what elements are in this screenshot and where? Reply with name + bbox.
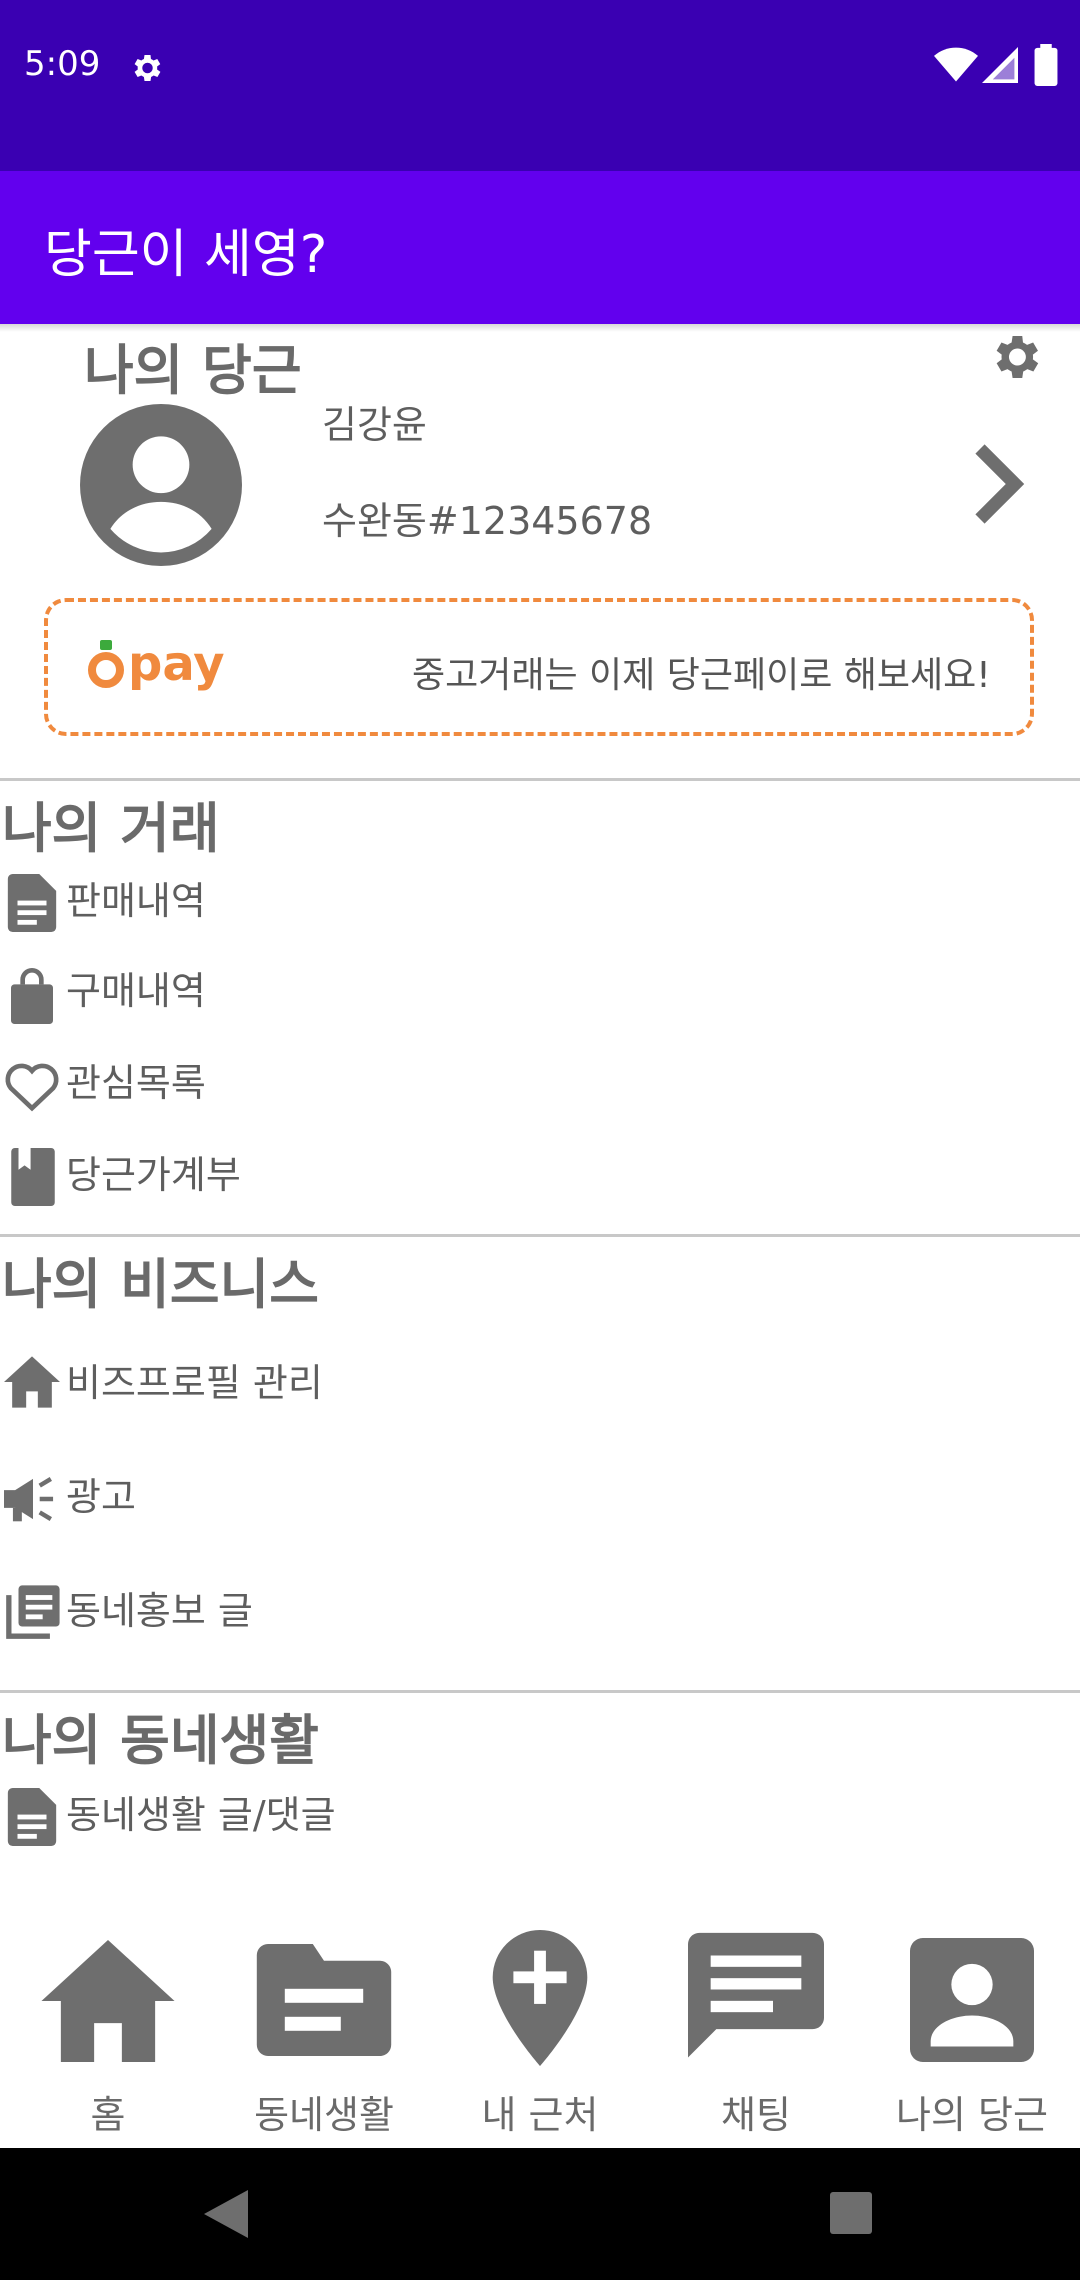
status-time: 5:09 [24,44,101,84]
menu-item-label: 비즈프로필 관리 [66,1361,323,1405]
menu-item-label: 동네홍보 글 [66,1589,253,1633]
carrot-logo-icon [88,640,124,688]
battery-icon [1034,44,1058,86]
nav-label: 동네생활 [254,2093,394,2137]
signal-icon [982,47,1018,83]
avatar[interactable] [80,404,242,566]
profile-section-title: 나의 당근 [84,339,302,402]
menu-item-ledger[interactable]: 당근가계부 [0,1142,1080,1212]
location-add-icon [492,1930,588,2066]
account-box-icon [910,1938,1034,2062]
app-title: 당근이 세영? [44,225,328,285]
menu-item-biz-profile[interactable]: 비즈프로필 관리 [0,1350,1080,1420]
pay-message: 중고거래는 이제 당근페이로 해보세요! [412,655,991,696]
home-icon [4,1356,60,1408]
profile-location: 수완동#12345678 [322,499,653,543]
profile-name: 김강윤 [322,403,427,447]
nav-nearby[interactable]: 내 근처 [432,1930,648,2137]
nav-label: 내 근처 [481,2093,599,2137]
nav-community[interactable]: 동네생활 [216,1930,432,2137]
divider [0,778,1080,781]
nav-home[interactable]: 홈 [0,1930,216,2137]
book-icon [11,1148,55,1206]
home-icon [41,1940,175,2062]
neighborhood-section-title: 나의 동네생활 [2,1709,319,1772]
menu-item-ads[interactable]: 광고 [0,1464,1080,1534]
chat-icon [688,1932,824,2058]
menu-item-label: 판매내역 [66,879,206,923]
menu-item-sales[interactable]: 판매내역 [0,868,1080,938]
menu-item-local-promo[interactable]: 동네홍보 글 [0,1578,1080,1648]
nav-chat[interactable]: 채팅 [648,1930,864,2137]
divider [0,1690,1080,1693]
business-section-title: 나의 비즈니스 [2,1253,319,1316]
menu-item-purchases[interactable]: 구매내역 [0,958,1080,1028]
system-navigation-bar [0,2148,1080,2280]
megaphone-icon [4,1477,54,1522]
settings-status-icon [134,54,161,82]
wifi-icon [934,47,978,82]
recents-icon[interactable] [830,2192,872,2234]
folder-icon [256,1944,392,2056]
divider [0,1234,1080,1237]
nav-my-carrot[interactable]: 나의 당근 [864,1930,1080,2137]
shopping-bag-icon [11,968,53,1024]
menu-item-label: 광고 [66,1475,136,1519]
nav-label: 채팅 [721,2093,791,2137]
nav-label: 홈 [90,2093,126,2137]
menu-item-posts-comments[interactable]: 동네생활 글/댓글 [0,1782,1080,1852]
menu-item-label: 당근가계부 [66,1153,241,1197]
pay-logo-text: pay [128,636,225,692]
nav-label: 나의 당근 [896,2093,1048,2137]
settings-icon[interactable] [986,328,1044,386]
articles-icon [6,1585,60,1639]
document-icon [7,874,57,932]
back-icon[interactable] [204,2190,248,2238]
menu-item-label: 구매내역 [66,969,206,1013]
menu-item-label: 관심목록 [66,1061,206,1105]
heart-icon [5,1063,59,1112]
menu-item-wishlist[interactable]: 관심목록 [0,1050,1080,1120]
menu-item-label: 동네생활 글/댓글 [66,1793,336,1837]
trade-section-title: 나의 거래 [2,797,220,860]
chevron-right-icon[interactable] [970,444,1030,524]
document-icon [7,1788,57,1846]
